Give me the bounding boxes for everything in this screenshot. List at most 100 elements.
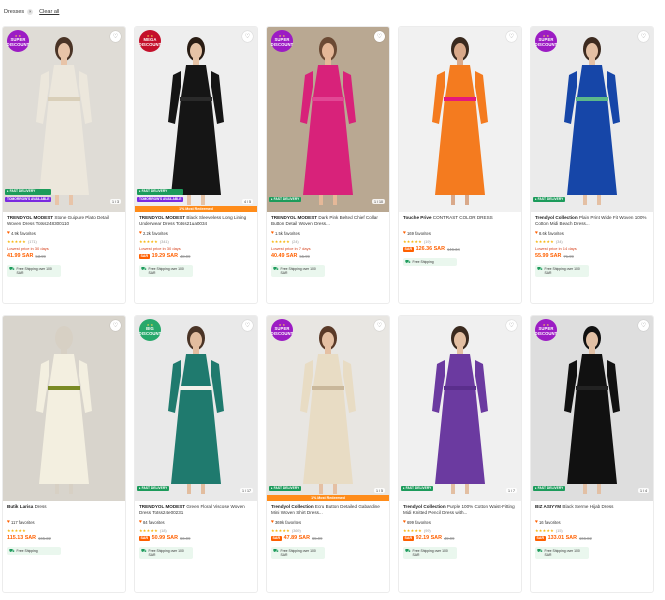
heart-icon[interactable]: ♡ xyxy=(242,320,253,331)
favorites-count: ♥ 699 favorites xyxy=(403,519,519,525)
product-title[interactable]: Touche Prive CONTRAST COLOR DRESS xyxy=(403,215,519,227)
product-title[interactable]: Trendyol Collection Purple 100% Cotton W… xyxy=(403,504,519,516)
image-counter: 4 / 5 xyxy=(242,199,253,204)
rating: ★★★★★ (15) xyxy=(535,528,651,533)
heart-icon[interactable]: ♡ xyxy=(506,320,517,331)
star-rating-icon: ★★★★★ xyxy=(7,239,26,244)
product-card[interactable]: ♡ Butik Larisa Dress ♥ 117 favorites ★★★★… xyxy=(2,315,126,593)
truck-icon: ⛟ xyxy=(405,548,411,553)
product-image[interactable]: ★ ★ SUPER DISCOUNT ♡ FAST DELIVERY 1 / 1… xyxy=(267,27,389,212)
heart-icon[interactable]: ♡ xyxy=(638,320,649,331)
product-photo xyxy=(135,27,257,212)
product-card[interactable]: ★ ★ SUPER DISCOUNT ♡ FAST DELIVERY Trend… xyxy=(530,26,654,304)
shipping-info: ⛟ Free Shipping xyxy=(403,258,457,266)
shipping-info: ⛟ Free Shipping over 100 SAR xyxy=(139,547,193,559)
product-title[interactable]: Butik Larisa Dress xyxy=(7,504,123,516)
rating-count: (34) xyxy=(555,239,563,244)
product-image[interactable]: ★ ★ SUPER DISCOUNT ♡ FAST DELIVERY xyxy=(531,27,653,212)
old-price: 48.99 xyxy=(179,253,191,259)
heart-icon[interactable]: ♡ xyxy=(506,31,517,42)
rating-count: (19) xyxy=(423,239,431,244)
product-image[interactable]: ♡ FAST DELIVERY 1 / 7 xyxy=(399,316,521,501)
product-card[interactable]: ★ ★ SUPER DISCOUNT ♡ FAST DELIVERYTOMORR… xyxy=(2,26,126,304)
product-image[interactable]: ★ ★ SUPER DISCOUNT ♡ FAST DELIVERYTOMORR… xyxy=(3,27,125,212)
favorites-label: 4.9k favorites xyxy=(10,230,36,236)
product-title[interactable]: TRENDYOL MODEST Dark Pink Belted Chief C… xyxy=(271,215,387,227)
product-info: Butik Larisa Dress ♥ 117 favorites ★★★★★ … xyxy=(7,504,123,555)
badge-line2: DISCOUNT xyxy=(534,330,558,336)
product-card[interactable]: ★ ★ MEGA DISCOUNT ♡ FAST DELIVERYTOMORRO… xyxy=(134,26,258,304)
shipping-label: Free Shipping over 100 SAR xyxy=(280,267,316,275)
product-title[interactable]: Trendyol Collection Plain Print Wide Fit… xyxy=(535,215,651,227)
heart-icon[interactable]: ♡ xyxy=(374,31,385,42)
product-image[interactable]: ♡ xyxy=(3,316,125,501)
product-title[interactable]: TRENDYOL MODEST Black Sleeveless Long Li… xyxy=(139,215,255,227)
heart-icon[interactable]: ♡ xyxy=(638,31,649,42)
product-image[interactable]: ♡ xyxy=(399,27,521,212)
product-card[interactable]: ★ ★ BIG DISCOUNT ♡ FAST DELIVERY 1 / 17 … xyxy=(134,315,258,593)
product-title[interactable]: BIZ ASIYYM Black Serme Hijab Dress xyxy=(535,504,651,516)
product-brand: Trendyol Collection xyxy=(403,504,446,509)
favorites-count: ♥ 169 favorites xyxy=(403,230,519,236)
favorites-label: 699 favorites xyxy=(406,519,431,525)
product-info: TRENDYOL MODEST Stone Guipure Plato Deta… xyxy=(7,215,123,277)
current-price: 50.99 SAR xyxy=(151,535,178,541)
shipping-label: Free Shipping over 100 SAR xyxy=(16,267,52,275)
product-card[interactable]: ★ ★ SUPER DISCOUNT ♡ FAST DELIVERY 1 / 5… xyxy=(266,315,390,593)
image-counter: 1 / 4 xyxy=(638,488,649,493)
heart-icon[interactable]: ♡ xyxy=(110,320,121,331)
favorites-label: 1.5k favorites xyxy=(274,230,300,236)
product-grid: ★ ★ SUPER DISCOUNT ♡ FAST DELIVERYTOMORR… xyxy=(0,26,665,600)
old-price: 55.99 xyxy=(299,253,310,259)
delivery-tags: FAST DELIVERYTOMORROW'S AVAILABLE xyxy=(137,189,184,202)
image-counter: 1 / 3 xyxy=(110,199,121,204)
discount-badge: ★ ★ SUPER DISCOUNT xyxy=(7,30,29,52)
discount-badge: ★ ★ SUPER DISCOUNT xyxy=(535,319,557,341)
product-brand: Butik Larisa xyxy=(7,504,34,509)
image-counter: 1 / 7 xyxy=(506,488,517,493)
product-image[interactable]: ★ ★ MEGA DISCOUNT ♡ FAST DELIVERYTOMORRO… xyxy=(135,27,257,212)
product-info: TRENDYOL MODEST Black Sleeveless Long Li… xyxy=(139,215,255,277)
product-title[interactable]: Trendyol Collection Ecru Button Detailed… xyxy=(271,504,387,516)
tomorrow-available-tag: TOMORROW'S AVAILABLE xyxy=(5,196,52,202)
heart-icon[interactable]: ♡ xyxy=(374,320,385,331)
product-card[interactable]: ♡ Touche Prive CONTRAST COLOR DRESS ♥ 169… xyxy=(398,26,522,304)
heart-icon[interactable]: ♡ xyxy=(110,31,121,42)
fast-delivery-tag: FAST DELIVERY xyxy=(533,196,566,202)
product-card[interactable]: ★ ★ SUPER DISCOUNT ♡ FAST DELIVERY 1 / 1… xyxy=(266,26,390,304)
product-image[interactable]: ★ ★ SUPER DISCOUNT ♡ FAST DELIVERY 1 / 5… xyxy=(267,316,389,501)
current-price: 47.89 SAR xyxy=(283,535,310,541)
shipping-info: ⛟ Free Shipping over 100 SAR xyxy=(271,265,325,277)
close-icon[interactable]: × xyxy=(27,9,34,15)
truck-icon: ⛟ xyxy=(9,266,15,271)
product-title[interactable]: TRENDYOL MODEST Green Floral Viscose Wov… xyxy=(139,504,255,516)
discount-badge: ★ ★ SUPER DISCOUNT xyxy=(535,30,557,52)
current-price: 40.49 SAR xyxy=(271,253,298,259)
product-card[interactable]: ★ ★ SUPER DISCOUNT ♡ FAST DELIVERY 1 / 4… xyxy=(530,315,654,593)
discount-badge: ★ ★ SUPER DISCOUNT xyxy=(271,319,293,341)
shipping-label: Free Shipping over 100 SAR xyxy=(544,549,580,557)
favorites-count: ♥ 84 favorites xyxy=(139,519,255,525)
lowest-price-note: Lowest price in 30 days xyxy=(139,246,181,251)
price-tag-pill: SAR xyxy=(403,246,414,252)
favorites-count: ♥ 1.5k favorites xyxy=(271,230,387,236)
product-title[interactable]: TRENDYOL MODEST Stone Guipure Plato Deta… xyxy=(7,215,123,227)
promo-strip: 1% Most Redeemed xyxy=(135,206,257,212)
shipping-info: ⛟ Free Shipping over 100 SAR xyxy=(535,547,589,559)
star-rating-icon: ★★★★★ xyxy=(7,528,26,533)
heart-filled-icon: ♥ xyxy=(535,519,538,525)
heart-icon[interactable]: ♡ xyxy=(242,31,253,42)
filter-chip-dresses[interactable]: Dresses × xyxy=(4,9,34,15)
favorites-label: 2.2k favorites xyxy=(142,230,168,236)
product-image[interactable]: ★ ★ BIG DISCOUNT ♡ FAST DELIVERY 1 / 17 xyxy=(135,316,257,501)
shipping-label: Free Shipping over 100 SAR xyxy=(544,267,580,275)
price-row: 55.99 SAR 71.99 xyxy=(535,253,651,259)
shipping-info: ⛟ Free Shipping over 100 SAR xyxy=(139,265,193,277)
product-image[interactable]: ★ ★ SUPER DISCOUNT ♡ FAST DELIVERY 1 / 4 xyxy=(531,316,653,501)
favorites-count: ♥ 4.9k favorites xyxy=(7,230,123,236)
shipping-label: Free Shipping xyxy=(412,260,434,264)
clear-all-link[interactable]: Clear all xyxy=(39,9,59,15)
rating: ★★★★★ (171) xyxy=(7,239,123,244)
truck-icon: ⛟ xyxy=(273,548,279,553)
product-card[interactable]: ♡ FAST DELIVERY 1 / 7 Trendyol Collectio… xyxy=(398,315,522,593)
